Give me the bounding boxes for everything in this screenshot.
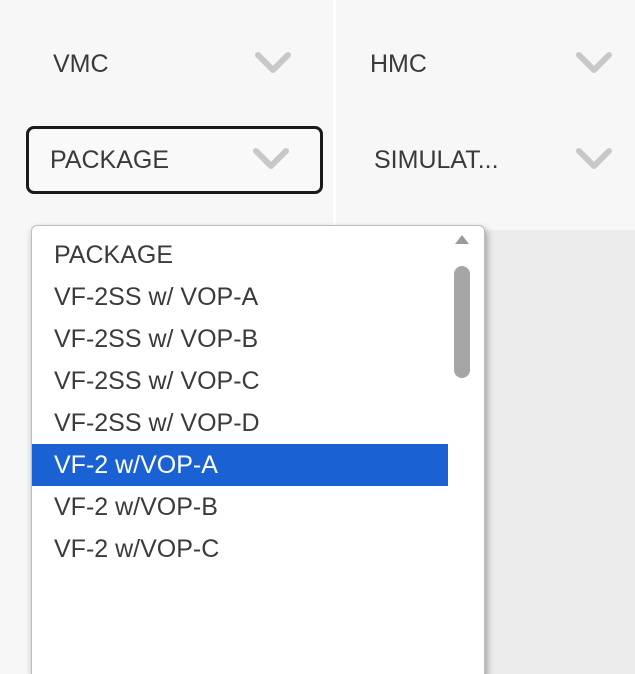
scrollbar-thumb[interactable] [454, 266, 470, 378]
dropdown-option[interactable]: VF-2SS w/ VOP-A [32, 276, 448, 318]
scroll-up-arrow-icon[interactable] [455, 235, 469, 244]
dropdown-option[interactable]: VF-2SS w/ VOP-C [32, 360, 448, 402]
hmc-select[interactable]: HMC [350, 30, 635, 98]
dropdown-option[interactable]: VF-2 w/VOP-C [32, 528, 448, 570]
dropdown-option[interactable]: PACKAGE [32, 234, 448, 276]
filter-page: VMC HMC PACKAGE SIMULAT... PACKAGE VF-2S… [0, 0, 635, 674]
hmc-select-label: HMC [370, 49, 427, 78]
chevron-down-icon [576, 52, 612, 73]
package-select-label: PACKAGE [50, 145, 170, 174]
package-dropdown-list[interactable]: PACKAGE VF-2SS w/ VOP-A VF-2SS w/ VOP-B … [31, 225, 485, 674]
dropdown-option[interactable]: VF-2SS w/ VOP-B [32, 318, 448, 360]
dropdown-option-highlighted[interactable]: VF-2 w/VOP-A [32, 444, 448, 486]
dropdown-option[interactable]: VF-2SS w/ VOP-D [32, 402, 448, 444]
chevron-down-icon [255, 52, 291, 73]
vmc-select-label: VMC [53, 49, 109, 78]
package-select[interactable]: PACKAGE [26, 126, 323, 194]
simulator-select[interactable]: SIMULAT... [354, 126, 635, 194]
dropdown-option[interactable]: VF-2 w/VOP-B [32, 486, 448, 528]
vmc-select[interactable]: VMC [33, 30, 323, 98]
chevron-down-icon [576, 148, 612, 169]
simulator-select-label: SIMULAT... [374, 145, 499, 174]
chevron-down-icon [253, 148, 289, 169]
